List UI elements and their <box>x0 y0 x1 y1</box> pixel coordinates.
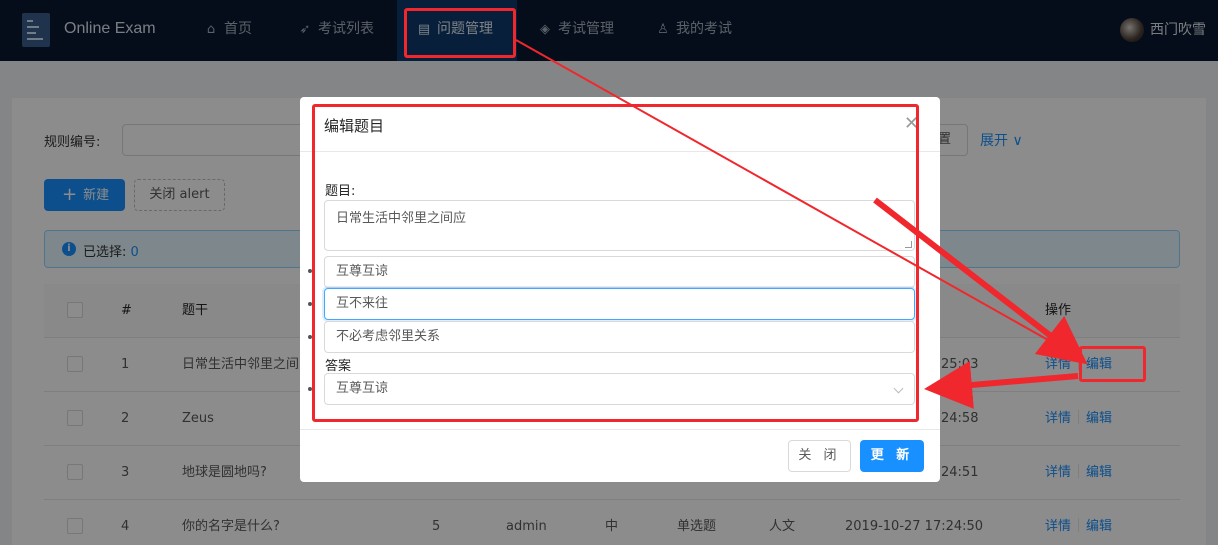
arrow-to-answer <box>924 361 1079 409</box>
arrow-line <box>515 39 1081 359</box>
annotation-arrows <box>515 39 1088 409</box>
arrow-to-edit <box>873 197 1088 365</box>
